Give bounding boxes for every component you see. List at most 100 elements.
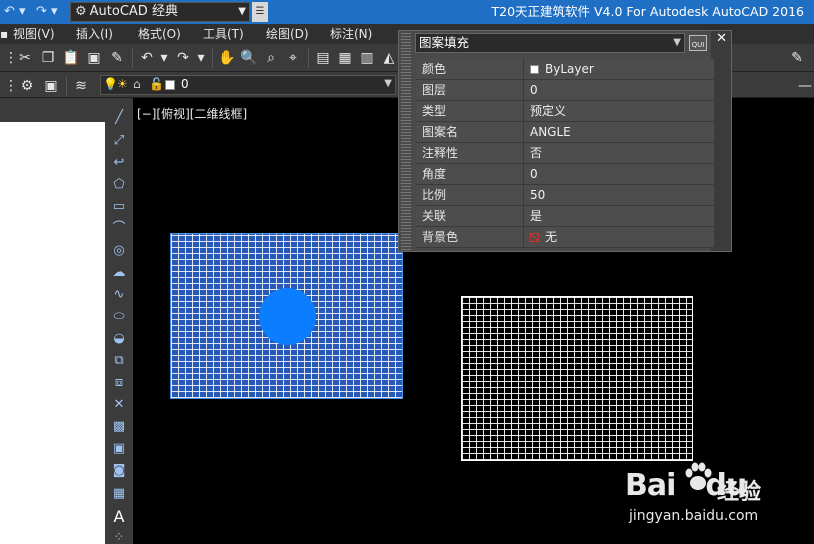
rectangle-icon[interactable]: ▭: [109, 197, 129, 217]
line-icon[interactable]: ╱: [109, 108, 129, 128]
property-value[interactable]: 0: [525, 164, 714, 184]
property-row-type[interactable]: 类型 预定义: [416, 101, 714, 122]
properties-icon[interactable]: ▤: [314, 49, 332, 67]
polyline-icon[interactable]: ↩: [109, 153, 129, 173]
insert-block-icon[interactable]: ⧉: [109, 351, 129, 371]
copy-icon[interactable]: ❐: [39, 49, 57, 67]
object-type-label: 图案填充: [419, 35, 470, 50]
chevron-down-icon: ▼: [384, 78, 392, 89]
property-key: 注释性: [416, 143, 524, 163]
property-row-scale[interactable]: 比例 50: [416, 185, 714, 206]
redo-icon[interactable]: ↷ ▾: [36, 2, 58, 22]
property-value[interactable]: 预定义: [525, 101, 714, 121]
sun-icon[interactable]: ☀: [117, 77, 128, 91]
property-row-color[interactable]: 颜色 ByLayer: [416, 59, 714, 80]
palette-title-strip[interactable]: ✕: [711, 31, 731, 251]
property-key: 类型: [416, 101, 524, 121]
property-row-background-color[interactable]: 背景色 无: [416, 227, 714, 248]
color-swatch: [530, 65, 539, 74]
no-color-swatch: [530, 233, 539, 242]
ellipse-icon[interactable]: ⬭: [109, 307, 129, 327]
selected-circle-boundary[interactable]: [259, 288, 316, 345]
redo-icon[interactable]: ↷: [174, 49, 192, 67]
multiline-text-icon[interactable]: A: [109, 507, 129, 527]
lightbulb-icon[interactable]: 💡: [103, 77, 118, 91]
point-icon[interactable]: ✕: [109, 395, 129, 415]
property-row-associative[interactable]: 关联 是: [416, 206, 714, 227]
tangent-side-panel[interactable]: [0, 98, 105, 544]
quick-select-button[interactable]: QUI: [689, 35, 707, 51]
menu-insert[interactable]: 插入(I): [76, 24, 113, 44]
property-value[interactable]: 50: [525, 185, 714, 205]
property-row-pattern-name[interactable]: 图案名 ANGLE: [416, 122, 714, 143]
toolbar-separator: [212, 48, 213, 68]
property-value[interactable]: ByLayer: [525, 59, 714, 79]
arc-icon[interactable]: ⌒: [109, 219, 129, 239]
menu-icon[interactable]: ▪: [0, 24, 8, 44]
table-icon[interactable]: ▦: [109, 484, 129, 504]
menu-dimension[interactable]: 标注(N): [330, 24, 372, 44]
toolbar-separator: [132, 48, 133, 68]
chevron-down-icon: ▼: [673, 37, 681, 48]
property-value[interactable]: 否: [525, 143, 714, 163]
paste-special-icon[interactable]: ▣: [85, 49, 103, 67]
paste-icon[interactable]: 📋: [62, 49, 80, 67]
property-row-annotative[interactable]: 注释性 否: [416, 143, 714, 164]
sheet-set-icon[interactable]: ◭: [380, 49, 398, 67]
viewport-controls-label[interactable]: [−][俯视][二维线框]: [137, 105, 247, 122]
property-value[interactable]: 无: [525, 227, 714, 247]
revision-cloud-icon[interactable]: ☁: [109, 263, 129, 283]
design-center-icon[interactable]: ▦: [336, 49, 354, 67]
unlock-icon[interactable]: 🔓: [149, 77, 164, 91]
undo-icon[interactable]: ↶ ▾: [4, 2, 26, 22]
object-type-select[interactable]: 图案填充 ▼: [415, 33, 685, 53]
zoom-previous-icon[interactable]: ⌖: [284, 49, 302, 67]
viewport-freeze-icon[interactable]: ⌂: [133, 77, 141, 91]
layer-name: 0: [181, 77, 189, 91]
menu-view[interactable]: 视图(V): [13, 24, 55, 44]
property-value[interactable]: 0: [525, 80, 714, 100]
ellipse-arc-icon[interactable]: ◒: [109, 329, 129, 349]
redo-dropdown-icon[interactable]: ▾: [192, 49, 210, 67]
lineweight-icon[interactable]: —: [796, 77, 814, 95]
property-value[interactable]: 是: [525, 206, 714, 226]
property-key: 角度: [416, 164, 524, 184]
property-value[interactable]: ANGLE: [525, 122, 714, 142]
circle-icon[interactable]: ◎: [109, 241, 129, 261]
make-block-icon[interactable]: ⧈: [109, 373, 129, 393]
palette-grip[interactable]: [401, 31, 411, 251]
spline-icon[interactable]: ∿: [109, 285, 129, 305]
layer-properties-icon[interactable]: ⚙: [18, 77, 36, 95]
gradient-icon[interactable]: ▣: [109, 439, 129, 459]
make-current-layer-icon[interactable]: ≋: [72, 77, 90, 95]
pan-icon[interactable]: ✋: [218, 49, 236, 67]
menu-format[interactable]: 格式(O): [138, 24, 181, 44]
workspace-select[interactable]: ⚙ AutoCAD 经典 ▼: [70, 2, 250, 22]
zoom-window-icon[interactable]: ⌕: [262, 49, 280, 67]
property-value-text: 无: [545, 230, 558, 244]
add-selected-icon[interactable]: ⁘: [109, 528, 129, 544]
property-row-angle[interactable]: 角度 0: [416, 164, 714, 185]
layer-state-icon[interactable]: ▣: [42, 77, 60, 95]
menu-tools[interactable]: 工具(T): [203, 24, 244, 44]
zoom-realtime-icon[interactable]: 🔍: [240, 49, 258, 67]
undo-dropdown-icon[interactable]: ▾: [155, 49, 173, 67]
property-row-layer[interactable]: 图层 0: [416, 80, 714, 101]
workspace-label: AutoCAD 经典: [89, 4, 178, 19]
match-properties-icon[interactable]: ✎: [108, 49, 126, 67]
hatch-icon[interactable]: ▩: [109, 417, 129, 437]
tool-palettes-icon[interactable]: ▥: [358, 49, 376, 67]
layer-select[interactable]: 💡 ☀ ⌂ 🔓 0 ▼: [100, 75, 396, 95]
region-icon[interactable]: ◙: [109, 461, 129, 481]
close-icon[interactable]: ✕: [716, 31, 727, 46]
property-key: 图层: [416, 80, 524, 100]
menu-draw[interactable]: 绘图(D): [266, 24, 309, 44]
customize-quick-access-button[interactable]: ☰: [252, 2, 268, 22]
undo-icon[interactable]: ↶: [138, 49, 156, 67]
watermark-cn: 经验: [717, 480, 762, 505]
polygon-icon[interactable]: ⬠: [109, 175, 129, 195]
hatch-object[interactable]: [461, 296, 693, 461]
edit-icon[interactable]: ✎: [788, 49, 806, 67]
cut-icon[interactable]: ✂: [16, 49, 34, 67]
construction-line-icon[interactable]: ⤢: [109, 131, 129, 151]
